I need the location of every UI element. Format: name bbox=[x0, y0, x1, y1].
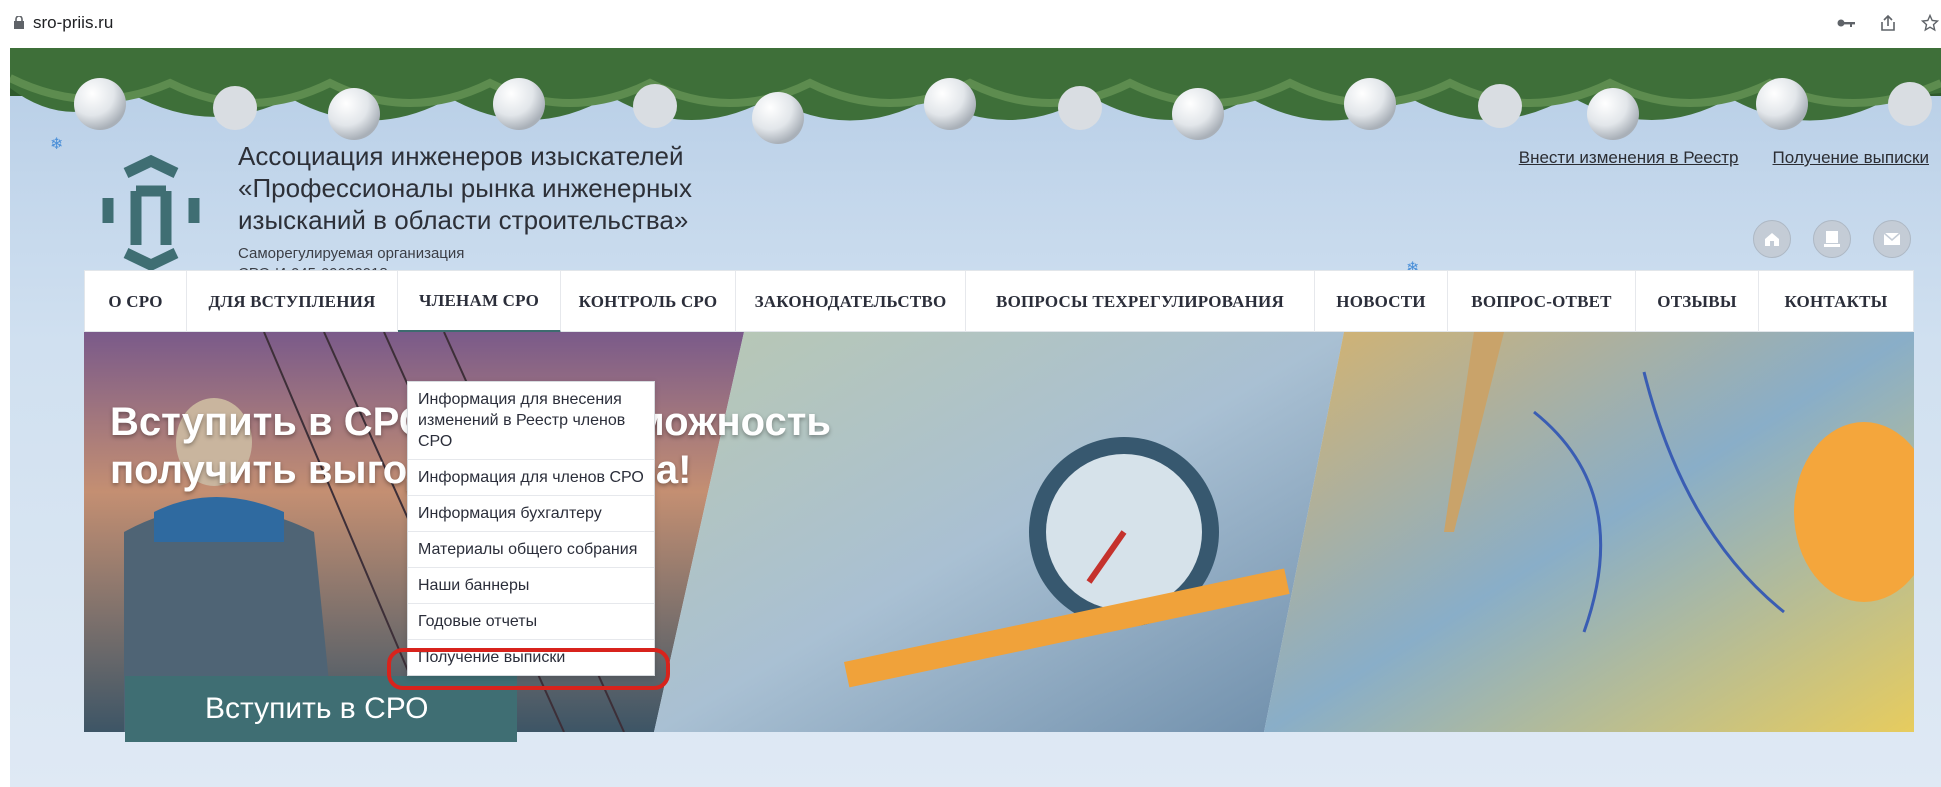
dropdown-item-registry-changes-info[interactable]: Информация для внесения изменений в Реес… bbox=[408, 382, 654, 460]
share-icon[interactable] bbox=[1877, 12, 1899, 34]
browser-address-bar[interactable]: sro-priis.ru bbox=[0, 0, 1941, 48]
org-type: Саморегулируемая организация bbox=[238, 245, 465, 262]
registry-changes-link[interactable]: Внести изменения в Реестр bbox=[1519, 148, 1739, 168]
dropdown-item-accountant-info[interactable]: Информация бухгалтеру bbox=[408, 496, 654, 532]
dropdown-item-annual-reports[interactable]: Годовые отчеты bbox=[408, 604, 654, 640]
dropdown-item-members-info[interactable]: Информация для членов СРО bbox=[408, 460, 654, 496]
nav-item-legislation[interactable]: ЗАКОНОДАТЕЛЬСТВО bbox=[736, 271, 966, 333]
org-name-line: «Профессионалы рынка инженерных bbox=[238, 173, 692, 203]
members-dropdown-menu: Информация для внесения изменений в Реес… bbox=[407, 381, 655, 676]
hero-banner bbox=[84, 332, 1914, 732]
organization-name: Ассоциация инженеров изыскателей «Профес… bbox=[238, 140, 798, 236]
lock-icon bbox=[14, 16, 24, 29]
org-name-line: изысканий в области строительства» bbox=[238, 205, 689, 235]
nav-item-reviews[interactable]: ОТЗЫВЫ bbox=[1636, 271, 1759, 333]
sro-logo bbox=[102, 154, 200, 272]
nav-item-members[interactable]: ЧЛЕНАМ СРО bbox=[398, 271, 561, 333]
key-icon[interactable] bbox=[1835, 12, 1857, 34]
nav-item-contacts[interactable]: КОНТАКТЫ bbox=[1759, 271, 1913, 333]
nav-item-news[interactable]: НОВОСТИ bbox=[1315, 271, 1448, 333]
star-icon[interactable] bbox=[1919, 12, 1941, 34]
nav-item-joining[interactable]: ДЛЯ ВСТУПЛЕНИЯ bbox=[187, 271, 398, 333]
nav-item-about[interactable]: О СРО bbox=[85, 271, 187, 333]
dropdown-item-general-meeting[interactable]: Материалы общего собрания bbox=[408, 532, 654, 568]
org-name-line: Ассоциация инженеров изыскателей bbox=[238, 141, 684, 171]
url-text[interactable]: sro-priis.ru bbox=[33, 13, 113, 33]
header-links: Внести изменения в Реестр Получение выпи… bbox=[1519, 148, 1929, 168]
dropdown-item-banners[interactable]: Наши баннеры bbox=[408, 568, 654, 604]
snowflake-icon: ❄ bbox=[50, 134, 64, 153]
nav-item-faq[interactable]: ВОПРОС-ОТВЕТ bbox=[1448, 271, 1636, 333]
get-extract-link[interactable]: Получение выписки bbox=[1773, 148, 1929, 168]
main-navigation: О СРО ДЛЯ ВСТУПЛЕНИЯ ЧЛЕНАМ СРО КОНТРОЛЬ… bbox=[84, 270, 1914, 333]
hero-background bbox=[84, 332, 1914, 732]
mail-icon[interactable] bbox=[1873, 220, 1911, 258]
document-icon[interactable] bbox=[1813, 220, 1851, 258]
nav-item-control[interactable]: КОНТРОЛЬ СРО bbox=[561, 271, 736, 333]
annual-reports-highlight bbox=[387, 648, 670, 690]
nav-item-tech-regulation[interactable]: ВОПРОСЫ ТЕХРЕГУЛИРОВАНИЯ bbox=[966, 271, 1315, 333]
home-icon[interactable] bbox=[1753, 220, 1791, 258]
header-icon-buttons bbox=[1753, 220, 1911, 258]
